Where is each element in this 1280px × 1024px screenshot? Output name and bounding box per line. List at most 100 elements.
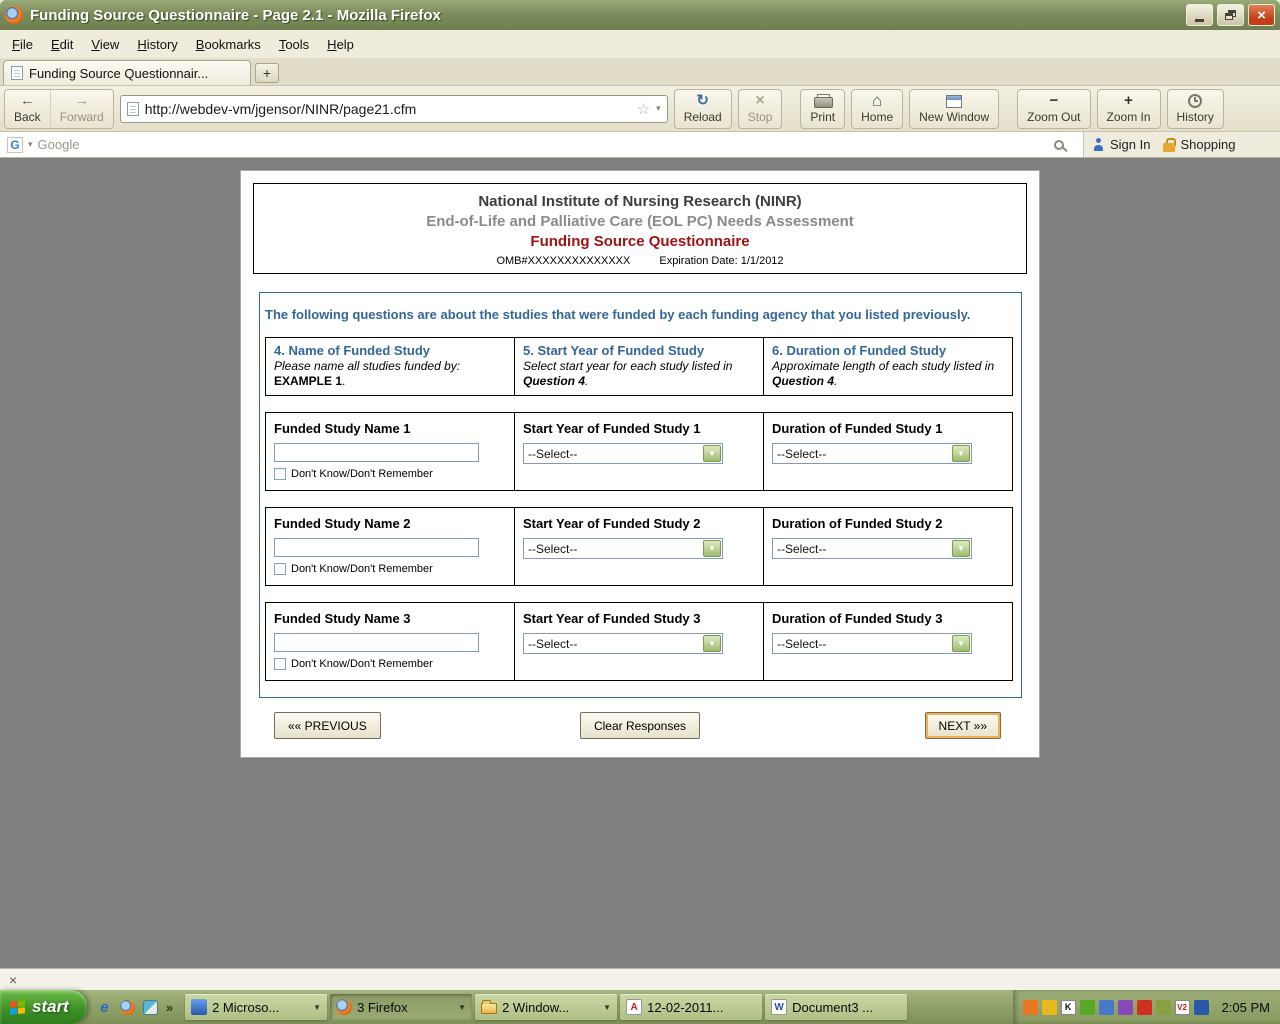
stop-button[interactable]: × Stop <box>738 89 783 129</box>
task-label: 12-02-2011... <box>647 1000 756 1015</box>
new-window-icon <box>946 95 962 108</box>
print-button[interactable]: Print <box>800 89 845 129</box>
select-value: --Select-- <box>773 637 952 651</box>
restore-icon <box>1225 10 1236 20</box>
select-value: --Select-- <box>524 447 703 461</box>
question-header-table: 4. Name of Funded Study Please name all … <box>265 337 1013 396</box>
search-input[interactable]: G ▾ Google <box>0 132 1084 157</box>
tray-icon-v2[interactable]: V2 <box>1175 1000 1190 1015</box>
home-button[interactable]: ⌂ Home <box>851 89 903 129</box>
duration-select-1[interactable]: --Select-- ▼ <box>772 443 972 464</box>
reload-button[interactable]: ↻ Reload <box>674 89 732 129</box>
system-tray: K V2 2:05 PM <box>1013 990 1280 1024</box>
tray-icon-1[interactable] <box>1023 1000 1038 1015</box>
quick-launch-firefox-icon[interactable] <box>120 1000 135 1015</box>
quick-launch-overflow-icon[interactable]: » <box>166 1000 173 1015</box>
url-bar[interactable]: http://webdev-vm/jgensor/NINR/page21.cfm… <box>120 95 668 123</box>
tray-icon-5[interactable] <box>1099 1000 1114 1015</box>
tray-icon-10[interactable] <box>1194 1000 1209 1015</box>
select-arrow-icon[interactable]: ▼ <box>703 540 721 557</box>
url-text[interactable]: http://webdev-vm/jgensor/NINR/page21.cfm <box>145 101 631 117</box>
shopping-link[interactable]: Shopping <box>1180 137 1235 152</box>
task-pdf-document[interactable]: A 12-02-2011... <box>620 994 762 1020</box>
menu-help[interactable]: Help <box>319 33 362 56</box>
tray-icon-7[interactable] <box>1137 1000 1152 1015</box>
tray-icon-6[interactable] <box>1118 1000 1133 1015</box>
new-window-button[interactable]: New Window <box>909 89 999 129</box>
back-forward-group: ← Back → Forward <box>4 89 114 129</box>
url-dropdown-icon[interactable]: ▾ <box>656 103 661 114</box>
menu-history[interactable]: History <box>129 33 185 56</box>
task-buttons: 2 Microso... ▼ 3 Firefox ▼ 2 Window... ▼… <box>185 994 907 1020</box>
task-microsoft-group[interactable]: 2 Microso... ▼ <box>185 994 327 1020</box>
select-arrow-icon[interactable]: ▼ <box>952 635 970 652</box>
dont-know-label: Don't Know/Don't Remember <box>291 658 433 670</box>
quick-launch-show-desktop-icon[interactable] <box>143 1000 158 1015</box>
task-word-document[interactable]: W Document3 ... <box>765 994 907 1020</box>
task-label: 2 Microso... <box>212 1000 308 1015</box>
select-arrow-icon[interactable]: ▼ <box>703 635 721 652</box>
start-year-select-3[interactable]: --Select-- ▼ <box>523 633 723 654</box>
task-windows-explorer-group[interactable]: 2 Window... ▼ <box>475 994 617 1020</box>
tray-icon-4[interactable] <box>1080 1000 1095 1015</box>
next-button[interactable]: NEXT »» <box>925 712 1001 739</box>
tray-icon-2[interactable] <box>1042 1000 1057 1015</box>
group-dropdown-icon: ▼ <box>313 1003 321 1012</box>
engine-dropdown-icon[interactable]: ▾ <box>28 139 33 150</box>
statusbar-close-icon[interactable]: × <box>9 973 17 987</box>
study-name-input-3[interactable] <box>274 633 479 652</box>
assessment-title: End-of-Life and Palliative Care (EOL PC)… <box>254 212 1026 232</box>
print-label: Print <box>810 110 835 124</box>
select-arrow-icon[interactable]: ▼ <box>703 445 721 462</box>
restore-button[interactable] <box>1217 4 1244 26</box>
menu-view[interactable]: View <box>83 33 127 56</box>
forward-button[interactable]: → Forward <box>50 90 113 128</box>
tray-icon-8[interactable] <box>1156 1000 1171 1015</box>
start-year-select-2[interactable]: --Select-- ▼ <box>523 538 723 559</box>
select-arrow-icon[interactable]: ▼ <box>952 540 970 557</box>
folder-icon <box>481 1003 497 1014</box>
new-tab-button[interactable]: + <box>255 63 279 83</box>
back-button[interactable]: ← Back <box>5 90 50 128</box>
duration-select-2[interactable]: --Select-- ▼ <box>772 538 972 559</box>
start-button[interactable]: start <box>0 990 87 1024</box>
google-icon[interactable]: G <box>7 137 23 153</box>
quick-launch-browser-icon[interactable]: e <box>97 1000 112 1015</box>
org-title: National Institute of Nursing Research (… <box>254 192 1026 212</box>
minimize-button[interactable] <box>1186 4 1213 26</box>
zoom-out-button[interactable]: − Zoom Out <box>1017 89 1090 129</box>
bookmark-star-icon[interactable]: ☆ <box>637 100 650 118</box>
menu-edit[interactable]: Edit <box>43 33 81 56</box>
questionnaire-title: Funding Source Questionnaire <box>254 232 1026 252</box>
history-button[interactable]: History <box>1167 89 1224 129</box>
dont-know-checkbox-2[interactable] <box>274 563 286 575</box>
microsoft-app-icon <box>191 999 207 1015</box>
study-name-input-2[interactable] <box>274 538 479 557</box>
menu-bookmarks[interactable]: Bookmarks <box>188 33 269 56</box>
quick-launch: e » <box>87 1000 183 1015</box>
status-bar: × <box>0 968 1280 990</box>
column-desc: Select start year for each study listed … <box>523 359 732 373</box>
dont-know-checkbox-1[interactable] <box>274 468 286 480</box>
tray-icon-kaspersky[interactable]: K <box>1061 1000 1076 1015</box>
previous-button[interactable]: «« PREVIOUS <box>274 712 381 739</box>
start-year-select-1[interactable]: --Select-- ▼ <box>523 443 723 464</box>
study-name-input-1[interactable] <box>274 443 479 462</box>
duration-select-3[interactable]: --Select-- ▼ <box>772 633 972 654</box>
form-buttons: «« PREVIOUS Clear Responses NEXT »» <box>241 712 1039 742</box>
zoom-in-button[interactable]: + Zoom In <box>1097 89 1161 129</box>
reload-icon: ↻ <box>696 93 709 109</box>
toolbar-extras: Sign In Shopping <box>1084 132 1280 157</box>
close-button[interactable]: × <box>1248 4 1275 26</box>
search-icon[interactable] <box>1054 140 1064 150</box>
start-year-label: Start Year of Funded Study 3 <box>523 611 755 626</box>
tab-funding-source-questionnaire[interactable]: Funding Source Questionnair... <box>3 60 251 85</box>
menu-file[interactable]: File <box>4 33 41 56</box>
task-firefox-group[interactable]: 3 Firefox ▼ <box>330 994 472 1020</box>
dont-know-checkbox-3[interactable] <box>274 658 286 670</box>
sign-in-link[interactable]: Sign In <box>1110 137 1150 152</box>
menu-tools[interactable]: Tools <box>271 33 317 56</box>
clear-responses-button[interactable]: Clear Responses <box>580 712 700 739</box>
select-arrow-icon[interactable]: ▼ <box>952 445 970 462</box>
select-value: --Select-- <box>524 542 703 556</box>
